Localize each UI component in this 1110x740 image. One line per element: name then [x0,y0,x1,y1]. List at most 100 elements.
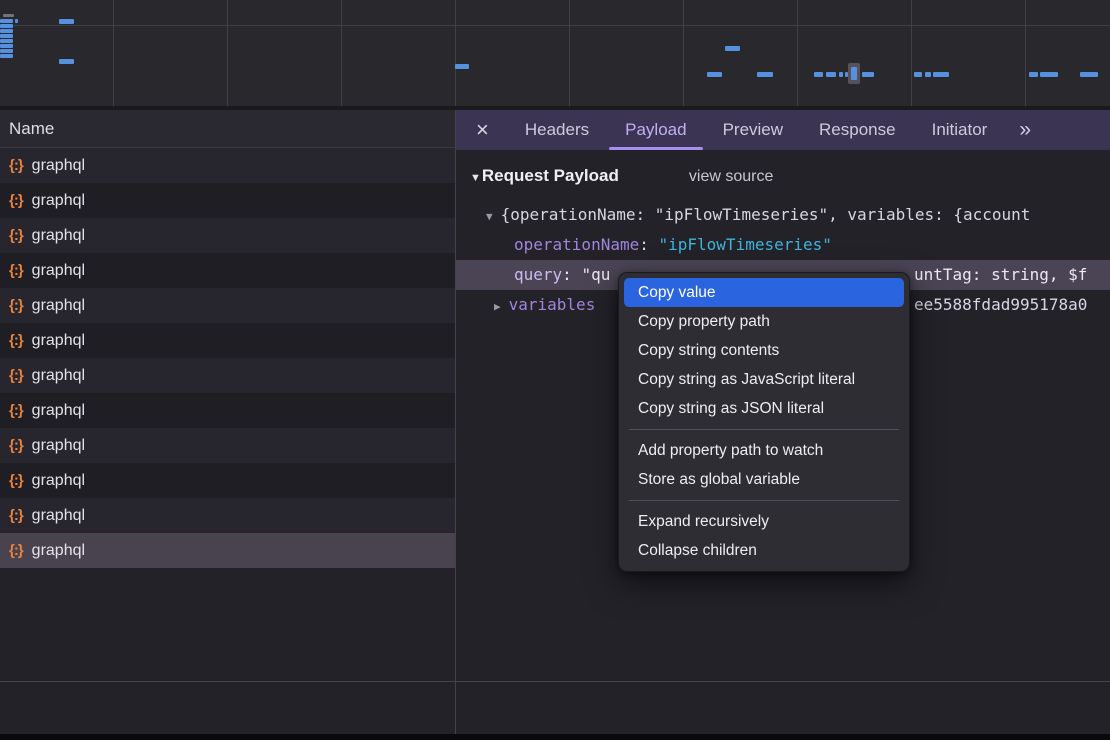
request-row[interactable]: {:} graphql [0,393,455,428]
overview-request-bar[interactable] [0,19,13,23]
name-column-header[interactable]: Name [0,110,455,148]
menu-item-store-as-global-variable[interactable]: Store as global variable [624,465,904,494]
payload-token-clipped: untTag: string, $f [914,260,1087,290]
request-row[interactable]: {:}graphql [0,148,455,183]
request-name: graphql [32,542,85,560]
collapsed-arrow-icon[interactable]: ▶ [494,300,501,313]
overview-request-bar[interactable] [1080,72,1098,77]
overview-gridline-vertical [227,0,228,106]
overview-request-bar[interactable] [757,72,773,77]
overview-request-bar[interactable] [914,72,922,77]
request-row[interactable]: {:}graphql [0,358,455,393]
overview-request-bar[interactable] [0,34,13,38]
json-braces-icon: {:} [9,402,23,419]
json-braces-icon: {:} [9,157,23,174]
network-overview-timeline[interactable] [0,0,1110,106]
view-source-link[interactable]: view source [689,168,773,186]
menu-item-copy-string-as-json-literal[interactable]: Copy string as JSON literal [624,394,904,423]
overview-request-bar[interactable] [59,59,74,64]
summary-bar-separator [0,681,1110,682]
request-name: graphql [32,297,85,315]
request-name: graphql [32,332,85,350]
menu-divider [629,500,899,501]
menu-item-copy-value[interactable]: Copy value [624,278,904,307]
request-name: graphql [32,367,85,385]
more-tabs-icon[interactable]: » [1019,118,1031,142]
overview-request-bar[interactable] [0,54,13,58]
overview-request-bar[interactable] [1040,72,1058,77]
request-row[interactable]: {:}graphql [0,428,455,463]
request-row[interactable]: {:}graphql [0,498,455,533]
requests-list: {:} graphql {:} graphql {:} graphql {:} graphql… [0,148,455,568]
overview-request-bar[interactable] [826,72,836,77]
close-icon[interactable]: × [476,120,489,140]
overview-request-bar[interactable] [59,19,74,24]
menu-item-copy-property-path[interactable]: Copy property path [624,307,904,336]
collapse-triangle-icon: ▼ [470,172,481,184]
json-braces-icon: {:} [9,472,23,489]
payload-tree-row[interactable]: ▼ {operationName: "ipFlowTimeseries", var… [456,200,1110,230]
request-row[interactable]: {:}graphql [0,183,455,218]
overview-request-bar[interactable] [862,72,874,77]
overview-gridline-vertical [341,0,342,106]
menu-item-copy-string-contents[interactable]: Copy string contents [624,336,904,365]
menu-divider [629,429,899,430]
json-braces-icon: {:} [9,262,23,279]
menu-item-copy-string-as-javascript-literal[interactable]: Copy string as JavaScript literal [624,365,904,394]
request-name: graphql [32,402,85,420]
request-name: graphql [32,227,85,245]
overview-request-bar[interactable] [0,24,13,28]
payload-token-clipped: ee5588fdad995178a0 [914,290,1087,320]
overview-request-bar[interactable] [814,72,823,77]
request-row[interactable]: {:} graphql [0,323,455,358]
tab-payload[interactable]: Payload [625,110,686,150]
request-row[interactable]: {:} graphql [0,218,455,253]
payload-token: query [514,265,562,284]
request-row[interactable]: {:}graphql [0,533,455,568]
tab-headers[interactable]: Headers [525,110,589,150]
request-row[interactable]: {:}graphql [0,253,455,288]
overview-request-bar[interactable] [0,39,13,43]
overview-gridline-vertical [113,0,114,106]
payload-token: : [639,235,658,254]
overview-request-bar[interactable] [851,67,857,80]
overview-request-bar[interactable] [925,72,931,77]
overview-request-bar[interactable] [15,19,18,23]
overview-request-bar[interactable] [0,44,13,48]
overview-request-bar[interactable] [839,72,843,77]
menu-item-expand-recursively[interactable]: Expand recursively [624,507,904,536]
request-row[interactable]: {:}graphql [0,463,455,498]
overview-gridline-vertical [569,0,570,106]
details-tab-bar: × Headers Payload Preview Response Initiator… [456,110,1110,150]
menu-item-add-property-path-to-watch[interactable]: Add property path to watch [624,436,904,465]
overview-gridline-horizontal [0,25,1110,26]
request-payload-title[interactable]: ▼Request Payload [470,166,619,186]
payload-token: {operationName: "ipFlowTimeseries", vari… [501,205,1031,224]
overview-gridline-vertical [1025,0,1026,106]
payload-token: : [562,265,581,284]
request-name: graphql [32,507,85,525]
devtools-network-window: Name {:}graphql{:}graphql{:}graphql{:}gr… [0,0,1110,740]
window-bottom-edge [0,734,1110,740]
payload-tree-row[interactable]: operationName: "ipFlowTimeseries" [456,230,1110,260]
expanded-arrow-icon[interactable]: ▼ [486,210,493,223]
overview-request-bar[interactable] [0,29,13,33]
overview-request-bar[interactable] [725,46,740,51]
overview-request-bar[interactable] [707,72,722,77]
overview-request-bar[interactable] [0,49,13,53]
request-row[interactable]: {:}graphql [0,288,455,323]
overview-request-bar[interactable] [3,14,14,17]
overview-request-bar[interactable] [455,64,469,69]
requests-panel: Name {:}graphql{:}graphql{:}graphql{:}gr… [0,110,455,734]
tab-response[interactable]: Response [819,110,896,150]
tab-initiator[interactable]: Initiator [932,110,988,150]
request-name: graphql [32,437,85,455]
json-braces-icon: {:} [9,227,23,244]
tab-preview[interactable]: Preview [723,110,783,150]
request-name: graphql [32,192,85,210]
json-braces-icon: {:} [9,332,23,349]
overview-request-bar[interactable] [933,72,949,77]
panel-splitter[interactable] [455,110,456,734]
menu-item-collapse-children[interactable]: Collapse children [624,536,904,565]
overview-request-bar[interactable] [1029,72,1038,77]
